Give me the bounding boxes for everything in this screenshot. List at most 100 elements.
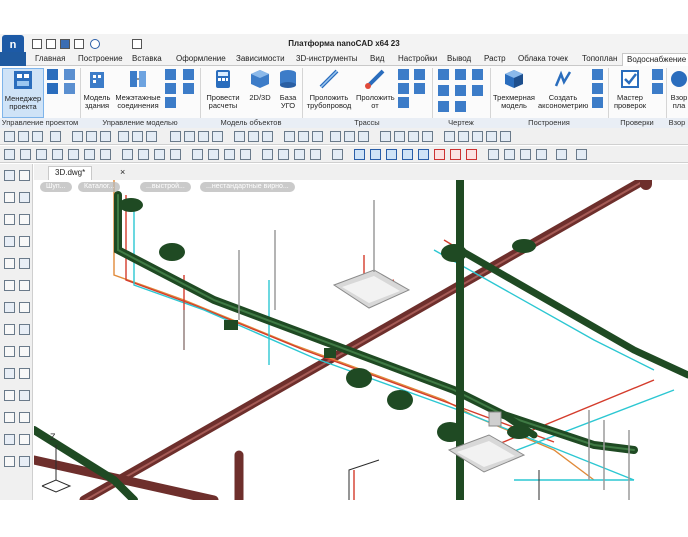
tb2-left-icon[interactable] — [52, 149, 63, 160]
text-tool-icon[interactable] — [19, 302, 30, 313]
tb-text-icon[interactable] — [312, 131, 323, 142]
rotate-tool-icon[interactable] — [19, 390, 30, 401]
tb2-settings-icon[interactable] — [556, 149, 567, 160]
pencil-tool-icon[interactable] — [4, 170, 15, 181]
breadcrumb-item-1[interactable]: Шуп... — [40, 182, 72, 192]
expand-icon[interactable] — [165, 97, 176, 108]
tb-match-icon[interactable] — [118, 131, 129, 142]
tb-measure-icon[interactable] — [298, 131, 309, 142]
hatch-tool-icon[interactable] — [19, 258, 30, 269]
ray-tool-icon[interactable] — [4, 192, 15, 203]
tb-calc-icon[interactable] — [284, 131, 295, 142]
tb-block-icon[interactable] — [330, 131, 341, 142]
mirror-tool-icon[interactable] — [4, 412, 15, 423]
tab-point-clouds[interactable]: Облака точек — [518, 54, 568, 66]
drawing-canvas[interactable]: Z — [34, 180, 688, 500]
insert-tool-icon[interactable] — [4, 346, 15, 357]
fillet-tool-icon[interactable] — [4, 456, 15, 467]
ugo-base-button[interactable]: База УГО — [276, 68, 300, 118]
breadcrumb-item-3[interactable]: ...выстрой... — [140, 182, 191, 192]
spline-tool-icon[interactable] — [19, 236, 30, 247]
tb-snap-icon[interactable] — [458, 131, 469, 142]
tb-pan-icon[interactable] — [212, 131, 223, 142]
tb2-ne-icon[interactable] — [154, 149, 165, 160]
route-a-icon[interactable] — [398, 69, 409, 80]
tb-paste-icon[interactable] — [100, 131, 111, 142]
copy-tool-icon[interactable] — [4, 390, 15, 401]
tb2-se-icon[interactable] — [138, 149, 149, 160]
tb2-material-icon[interactable] — [278, 149, 289, 160]
tb2-polyline-icon[interactable] — [370, 149, 381, 160]
tab-3d-tools[interactable]: 3D-инструменты — [296, 54, 358, 66]
tb2-app-icon[interactable] — [536, 149, 547, 160]
tab-constraints[interactable]: Зависимости — [236, 54, 285, 66]
tab-raster[interactable]: Растр — [484, 54, 506, 66]
tab-view[interactable]: Вид — [370, 54, 384, 66]
tb2-center-icon[interactable] — [434, 149, 445, 160]
view-plan-button[interactable]: Взор пла — [668, 68, 688, 118]
tb2-orbit-icon[interactable] — [4, 149, 15, 160]
grid-icon[interactable] — [47, 69, 58, 80]
tb2-node-icon[interactable] — [466, 149, 477, 160]
scale-tool-icon[interactable] — [19, 412, 30, 423]
bind-icon[interactable] — [165, 83, 176, 94]
drawing-d-icon[interactable] — [438, 85, 449, 96]
close-tab-icon[interactable]: × — [120, 167, 125, 177]
tb2-bottom-icon[interactable] — [36, 149, 47, 160]
drawing-b-icon[interactable] — [455, 69, 466, 80]
tab-output[interactable]: Вывод — [447, 54, 471, 66]
drawing-g-icon[interactable] — [438, 101, 449, 112]
tb-zoom-all-icon[interactable] — [198, 131, 209, 142]
tb2-ucs-icon[interactable] — [332, 149, 343, 160]
grid-edit-icon[interactable] — [183, 83, 194, 94]
table-tool-icon[interactable] — [4, 302, 15, 313]
tb-undo-icon[interactable] — [132, 131, 143, 142]
tb-field-icon[interactable] — [408, 131, 419, 142]
block-tool-icon[interactable] — [19, 324, 30, 335]
tb-ortho-icon[interactable] — [472, 131, 483, 142]
tab-water-supply[interactable]: Водоснабжение — [622, 53, 688, 67]
route-d-icon[interactable] — [414, 69, 425, 80]
drawing-e-icon[interactable] — [455, 85, 466, 96]
tb-cut-icon[interactable] — [72, 131, 83, 142]
tb2-line-icon[interactable] — [354, 149, 365, 160]
tb-zoom-window-icon[interactable] — [184, 131, 195, 142]
tb2-magnet-icon[interactable] — [576, 149, 587, 160]
tb-osnap-icon[interactable] — [500, 131, 511, 142]
extend-tool-icon[interactable] — [19, 434, 30, 445]
axo-a-icon[interactable] — [592, 69, 603, 80]
floor-connections-button[interactable]: Межэтажные соединения — [114, 68, 162, 118]
breadcrumb-item-4[interactable]: ...нестандартные вирно... — [200, 182, 295, 192]
route-c-icon[interactable] — [398, 97, 409, 108]
lay-pipeline-button[interactable]: Проложить трубопровод — [304, 68, 354, 118]
tab-design[interactable]: Оформление — [176, 54, 226, 66]
tb2-front-icon[interactable] — [84, 149, 95, 160]
lay-from-button[interactable]: Проложить от — [356, 68, 395, 118]
tb2-back-icon[interactable] — [100, 149, 111, 160]
drawing-h-icon[interactable] — [455, 101, 466, 112]
tab-build[interactable]: Построение — [78, 54, 123, 66]
tb-zoom-icon[interactable] — [170, 131, 181, 142]
tb-grid-icon[interactable] — [444, 131, 455, 142]
tab-insert[interactable]: Вставка — [132, 54, 162, 66]
tb-redo-icon[interactable] — [146, 131, 157, 142]
db-list-icon[interactable] — [64, 83, 75, 94]
tb-ref-icon[interactable] — [358, 131, 369, 142]
split-icon[interactable] — [183, 69, 194, 80]
move-tool-icon[interactable] — [19, 368, 30, 379]
tb2-light-icon[interactable] — [262, 149, 273, 160]
tb2-wire-icon[interactable] — [192, 149, 203, 160]
tb-new-icon[interactable] — [4, 131, 15, 142]
drawing-f-icon[interactable] — [472, 85, 483, 96]
tb-polar-icon[interactable] — [486, 131, 497, 142]
tab-document[interactable]: 3D.dwg* — [48, 166, 93, 180]
point-tool-icon[interactable] — [19, 280, 30, 291]
line-tool-icon[interactable] — [19, 170, 30, 181]
trim-tool-icon[interactable] — [4, 434, 15, 445]
tab-topoplan[interactable]: Топоплан — [582, 54, 617, 66]
tb2-sw-icon[interactable] — [122, 149, 133, 160]
check-master-button[interactable]: Мастер проверок — [610, 68, 650, 118]
tb-layers-icon[interactable] — [248, 131, 259, 142]
tb-open-icon[interactable] — [18, 131, 29, 142]
create-axonometry-button[interactable]: Создать аксонометрию — [538, 68, 588, 118]
